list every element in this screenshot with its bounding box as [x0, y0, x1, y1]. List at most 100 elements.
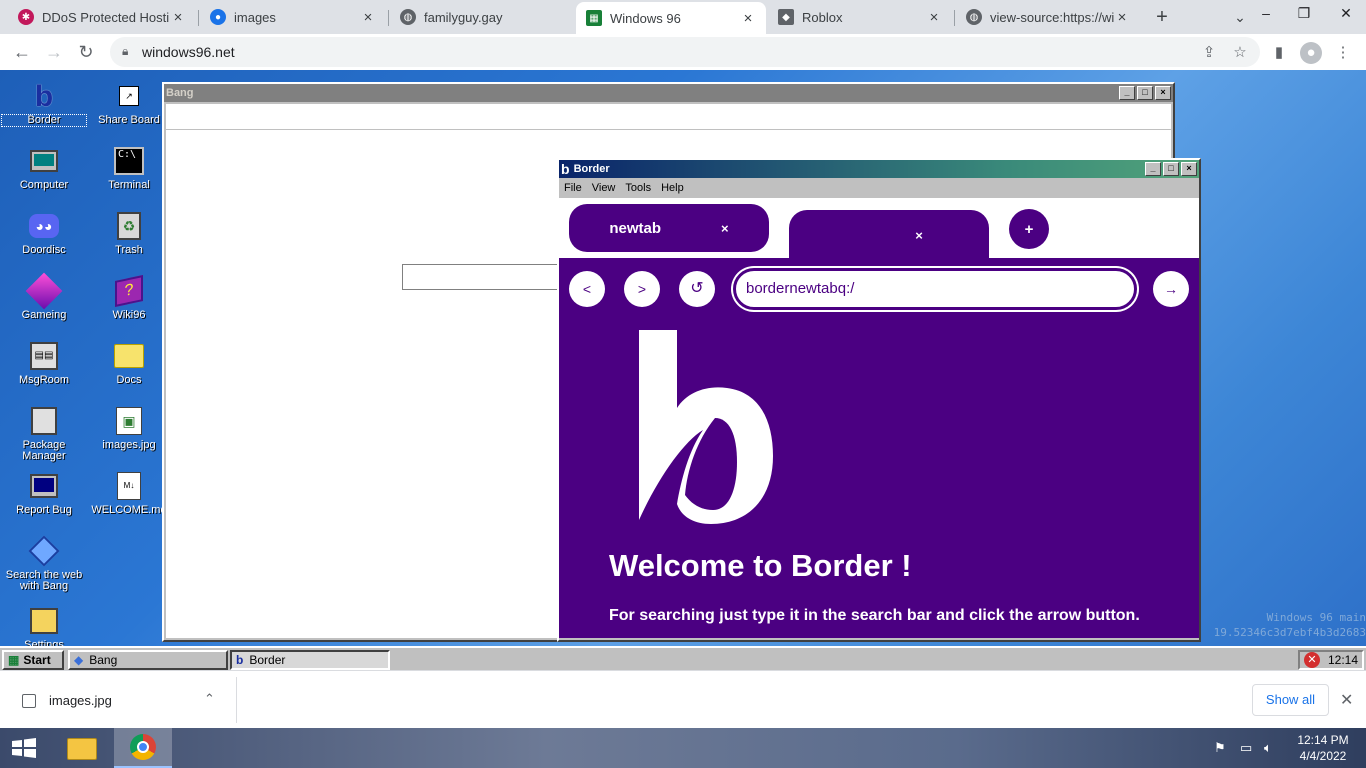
desktop-icon-doordisc[interactable]: ◕◕ Doordisc: [2, 210, 86, 256]
desktop-icon-share-board[interactable]: ↗ Share Board: [87, 80, 171, 126]
menu-kebab-icon[interactable]: ⋮: [1332, 42, 1354, 64]
roblox-icon: ◆: [778, 9, 794, 25]
menu-view[interactable]: View: [592, 182, 616, 194]
browser-tab[interactable]: ✱ DDoS Protected Hostin ×: [8, 4, 196, 30]
desktop-icon-docs[interactable]: Docs: [87, 340, 171, 386]
close-icon[interactable]: ×: [926, 9, 942, 26]
maximize-button[interactable]: □: [1163, 162, 1179, 176]
menu-help[interactable]: Help: [661, 182, 684, 194]
desktop-icon-report-bug[interactable]: Report Bug: [2, 470, 86, 516]
windows-start-icon[interactable]: [10, 738, 38, 758]
close-button[interactable]: ×: [1181, 162, 1197, 176]
maximize-button[interactable]: □: [1137, 86, 1153, 100]
border-logo: [637, 330, 777, 525]
desktop-icon-trash[interactable]: ♻ Trash: [87, 210, 171, 256]
border-menubar: File View Tools Help: [559, 178, 1199, 198]
taskbar-item-border[interactable]: b Border: [230, 650, 390, 670]
chevron-up-icon[interactable]: ⌃: [204, 691, 215, 707]
new-tab-button[interactable]: +: [1150, 6, 1174, 28]
terminal-icon: C:\: [113, 145, 145, 177]
close-icon[interactable]: ×: [740, 10, 756, 27]
desktop-icon-package-manager[interactable]: Package Manager: [2, 405, 86, 462]
bang-titlebar[interactable]: Bang _ □ ×: [164, 84, 1173, 102]
back-icon[interactable]: ←: [10, 40, 34, 64]
win96-desktop: b Border Computer ◕◕ Doordisc Gameing ▤▤…: [0, 70, 1366, 670]
address-bar[interactable]: 🔒︎ windows96.net: [110, 37, 1260, 67]
browser-tab-active[interactable]: ▦ Windows 96 ×: [576, 2, 766, 34]
close-shelf-icon[interactable]: ✕: [1340, 690, 1353, 710]
flag-icon[interactable]: ⚑: [1214, 740, 1226, 756]
minimize-button[interactable]: _: [1145, 162, 1161, 176]
os-clock[interactable]: 12:14 PM 4/4/2022: [1288, 732, 1358, 764]
bang-search-input[interactable]: [402, 264, 582, 290]
desktop-icon-border[interactable]: b Border: [1, 80, 87, 127]
border-address-input[interactable]: bordernewtabq:/: [733, 268, 1137, 310]
border-tab-active[interactable]: ×: [789, 210, 989, 260]
close-icon[interactable]: ×: [721, 221, 729, 236]
desktop-icon-msgroom[interactable]: ▤▤ MsgRoom: [2, 340, 86, 386]
add-tab-button[interactable]: +: [1009, 209, 1049, 249]
browser-tab[interactable]: ◍ view-source:https://win ×: [956, 4, 1140, 30]
border-logo-b-icon: [639, 330, 773, 524]
folder-icon: [113, 340, 145, 372]
minimize-button[interactable]: –: [1246, 0, 1286, 28]
browser-tab[interactable]: ● images ×: [200, 4, 386, 30]
taskbar-item-bang[interactable]: ◆ Bang: [68, 650, 228, 670]
settings-icon: [28, 605, 60, 637]
book-icon: ?: [113, 275, 145, 307]
msgroom-icon: ▤▤: [28, 340, 60, 372]
start-button[interactable]: ▦ Start: [2, 650, 64, 670]
desktop-icon-gameing[interactable]: Gameing: [2, 272, 86, 321]
eye-icon: ●: [210, 9, 226, 25]
network-icon[interactable]: ▭: [1240, 740, 1252, 756]
desktop-icon-welcome-md[interactable]: M↓ WELCOME.md: [87, 470, 171, 516]
windows96-icon: ▦: [586, 10, 602, 26]
desktop-icon-wiki96[interactable]: ? Wiki96: [87, 275, 171, 321]
close-icon[interactable]: ×: [360, 9, 376, 26]
error-icon[interactable]: ✕: [1304, 652, 1320, 668]
download-shelf: images.jpg ⌃ Show all ✕: [0, 670, 1366, 728]
desktop-icon-search-bang[interactable]: Search the web with Bang: [2, 535, 86, 592]
border-back-button[interactable]: <: [569, 271, 605, 307]
bang-toolbar: [166, 104, 1171, 130]
close-icon[interactable]: ×: [170, 9, 186, 26]
border-page: < > ↺ bordernewtabq:/ → Welcome to Borde…: [559, 258, 1199, 638]
desktop-icon-terminal[interactable]: C:\ Terminal: [87, 145, 171, 191]
file-explorer-icon[interactable]: [60, 732, 104, 766]
border-tab-newtab[interactable]: newtab ×: [569, 204, 769, 252]
share-icon[interactable]: ⇪: [1198, 42, 1220, 64]
trash-icon: ♻: [113, 210, 145, 242]
side-panel-icon[interactable]: ▮: [1268, 42, 1290, 64]
bookmark-star-icon[interactable]: ☆: [1229, 42, 1251, 64]
win96-taskbar: ▦ Start ◆ Bang b Border ✕ 12:14: [0, 646, 1366, 670]
minimize-button[interactable]: _: [1119, 86, 1135, 100]
border-forward-button[interactable]: >: [624, 271, 660, 307]
border-titlebar[interactable]: b Border _ □ ×: [559, 160, 1199, 178]
border-go-button[interactable]: →: [1153, 271, 1189, 307]
border-reload-button[interactable]: ↺: [679, 271, 715, 307]
download-item-name[interactable]: images.jpg: [49, 693, 112, 708]
browser-tab-strip: ✱ DDoS Protected Hostin × ● images × ◍ f…: [0, 0, 1366, 34]
close-icon[interactable]: ×: [915, 228, 923, 243]
volume-muted-icon[interactable]: 🔈︎: [1264, 740, 1272, 756]
close-button[interactable]: ×: [1155, 86, 1171, 100]
image-file-icon: ▣: [113, 405, 145, 437]
show-all-button[interactable]: Show all: [1252, 684, 1329, 716]
computer-icon: [28, 145, 60, 177]
profile-avatar-icon[interactable]: ●: [1300, 42, 1322, 64]
close-window-button[interactable]: ✕: [1326, 0, 1366, 28]
reload-icon[interactable]: ↻: [74, 40, 98, 64]
desktop-icon-images-jpg[interactable]: ▣ images.jpg: [87, 405, 171, 451]
menu-file[interactable]: File: [564, 182, 582, 194]
browser-tab[interactable]: ◍ familyguy.gay: [390, 4, 574, 30]
forward-icon[interactable]: →: [42, 40, 66, 64]
restore-button[interactable]: ❐: [1284, 0, 1324, 28]
border-welcome-heading: Welcome to Border !: [609, 548, 912, 583]
chrome-taskbar-icon[interactable]: [114, 728, 172, 768]
browser-tab[interactable]: ◆ Roblox ×: [768, 4, 952, 30]
desktop-icon-computer[interactable]: Computer: [2, 145, 86, 191]
menu-tools[interactable]: Tools: [625, 182, 651, 194]
desktop-icon-settings[interactable]: Settings: [2, 605, 86, 651]
border-instructions: For searching just type it in the search…: [609, 607, 1140, 624]
close-icon[interactable]: ×: [1114, 9, 1130, 26]
